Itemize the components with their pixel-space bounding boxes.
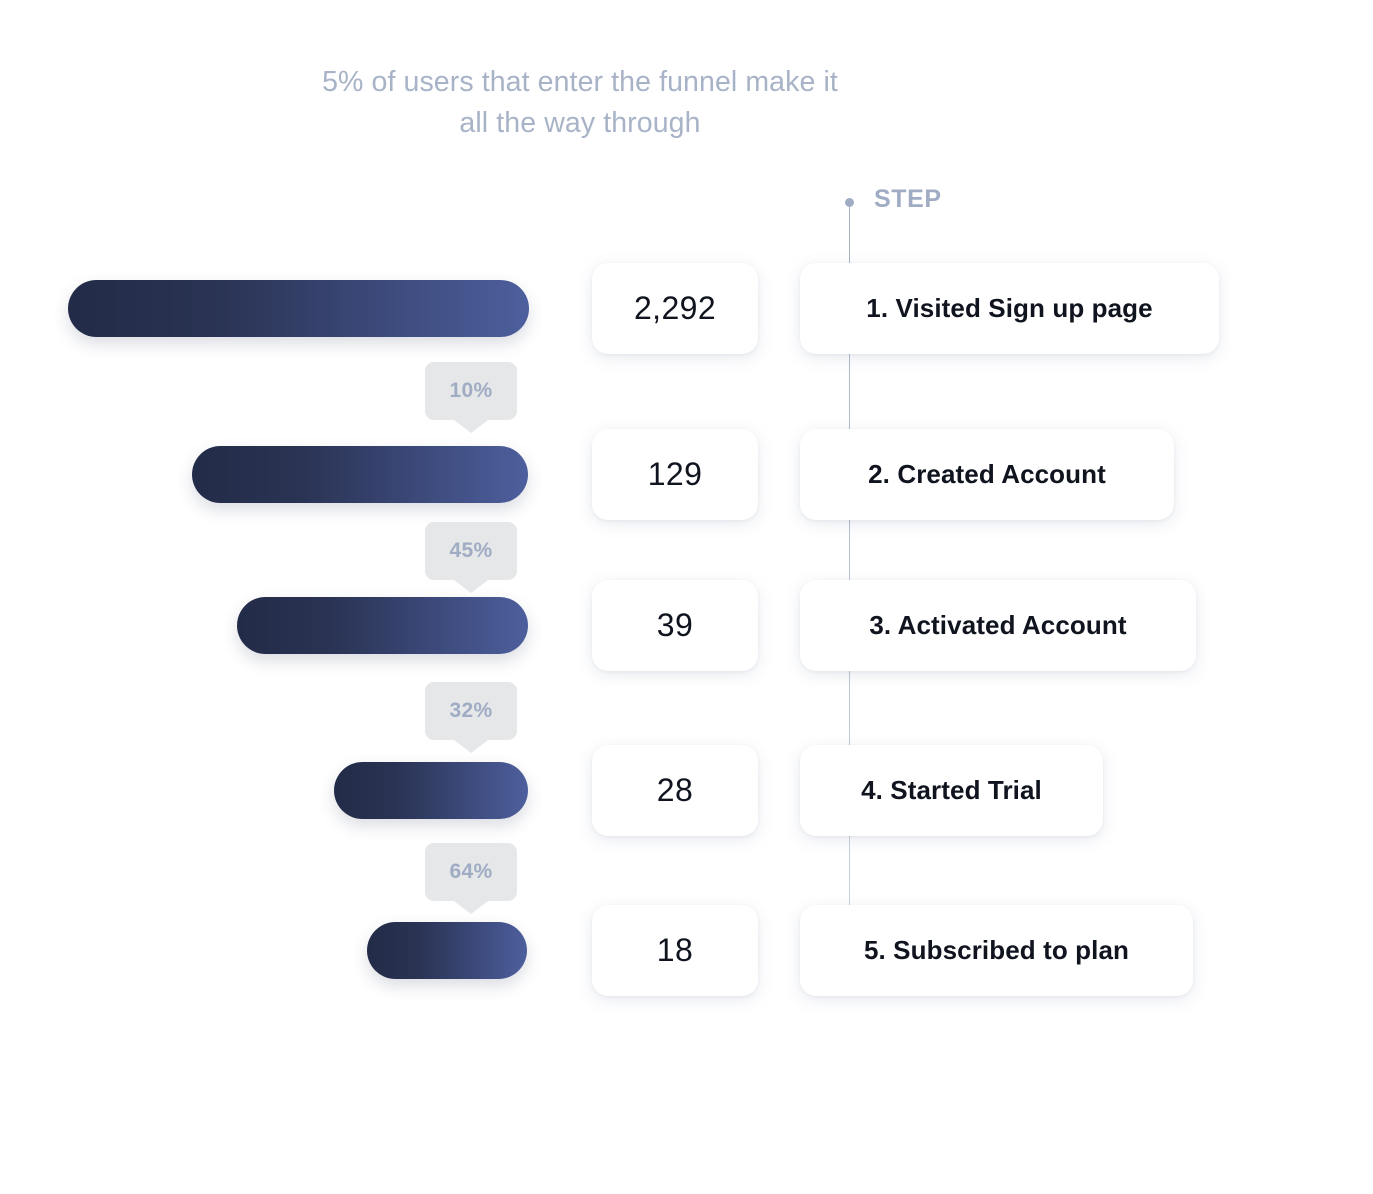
- step-card[interactable]: 4. Started Trial: [800, 745, 1103, 836]
- dropoff-percent-label: 45%: [449, 539, 493, 562]
- dropoff-badge[interactable]: 64%: [425, 843, 517, 914]
- count-value: 28: [656, 772, 694, 808]
- step-label: 5. Subscribed to plan: [863, 935, 1130, 965]
- dropoff-badge[interactable]: 45%: [425, 522, 517, 593]
- step-card[interactable]: 1. Visited Sign up page: [800, 263, 1219, 354]
- step-label: 3. Activated Account: [869, 610, 1127, 640]
- dropoff-percent-label: 32%: [449, 699, 493, 722]
- step-card[interactable]: 5. Subscribed to plan: [800, 905, 1193, 996]
- count-card[interactable]: 18: [592, 905, 758, 996]
- step-card[interactable]: 3. Activated Account: [800, 580, 1196, 671]
- count-card[interactable]: 2,292: [592, 263, 758, 354]
- funnel-bar[interactable]: [367, 922, 527, 979]
- count-card[interactable]: 28: [592, 745, 758, 836]
- funnel-bar[interactable]: [192, 446, 528, 503]
- step-label: 1. Visited Sign up page: [866, 293, 1153, 323]
- funnel-row: 18 5. Subscribed to plan: [0, 891, 1373, 996]
- chart-title: 5% of users that enter the funnel make i…: [322, 66, 838, 139]
- dropoff-percent-label: 10%: [449, 379, 493, 402]
- funnel-row: 28 4. Started Trial: [0, 731, 1373, 836]
- count-value: 129: [647, 456, 703, 492]
- funnel-bar[interactable]: [68, 280, 529, 337]
- count-value: 2,292: [633, 290, 717, 326]
- funnel-row: 39 3. Activated Account: [0, 566, 1373, 671]
- count-value: 18: [656, 932, 694, 968]
- funnel-row: 2,292 1. Visited Sign up page: [0, 249, 1373, 354]
- dropoff-badge[interactable]: 32%: [425, 682, 517, 753]
- funnel-row: 129 2. Created Account: [0, 415, 1373, 520]
- step-card[interactable]: 2. Created Account: [800, 429, 1174, 520]
- dropoff-percent-label: 64%: [449, 860, 493, 883]
- step-column-header: STEP: [874, 185, 942, 213]
- count-card[interactable]: 129: [592, 429, 758, 520]
- count-card[interactable]: 39: [592, 580, 758, 671]
- funnel-bar[interactable]: [237, 597, 528, 654]
- step-label: 4. Started Trial: [861, 775, 1042, 805]
- funnel-bar[interactable]: [334, 762, 528, 819]
- count-value: 39: [656, 607, 694, 643]
- dropoff-badge[interactable]: 10%: [425, 362, 517, 433]
- step-axis-dot-icon: [845, 198, 854, 207]
- funnel-chart: 5% of users that enter the funnel make i…: [0, 0, 1373, 1194]
- step-label: 2. Created Account: [868, 459, 1106, 489]
